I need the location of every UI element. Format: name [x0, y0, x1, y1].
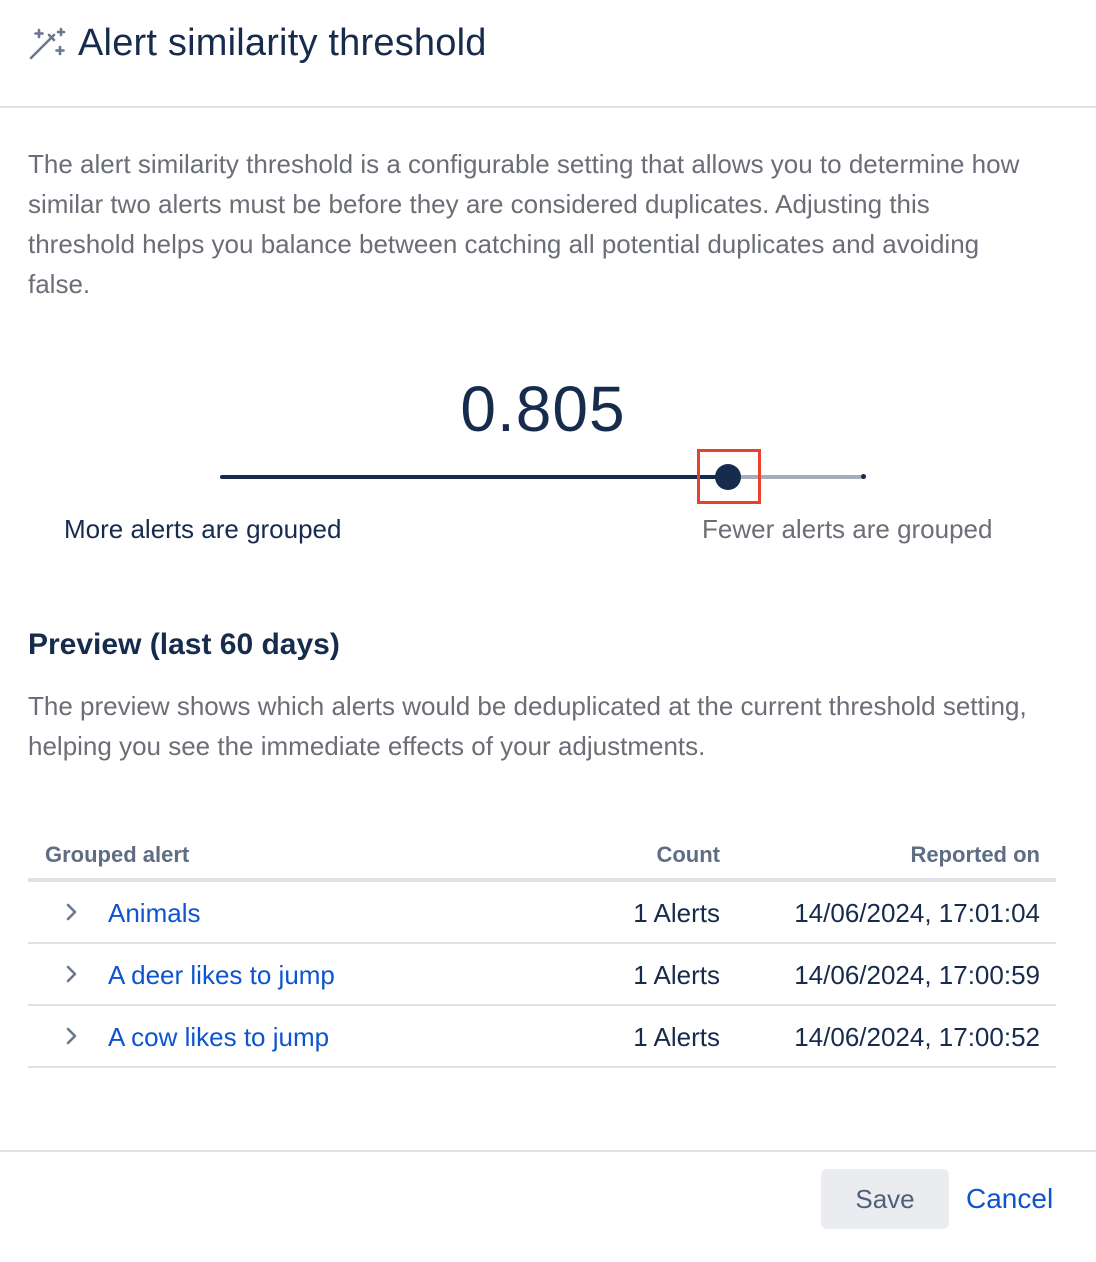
dialog-header: Alert similarity threshold [0, 0, 1096, 108]
preview-description: The preview shows which alerts would be … [28, 691, 1027, 761]
chevron-right-icon[interactable] [62, 900, 82, 924]
cancel-button[interactable]: Cancel [962, 1169, 1062, 1229]
preview-table: Grouped alert Count Reported on Animals … [28, 836, 1056, 1068]
preview-title: Preview (last 60 days) [28, 628, 340, 661]
magic-wand-icon [29, 27, 66, 60]
column-grouped-alert[interactable]: Grouped alert [45, 842, 189, 868]
threshold-slider[interactable] [220, 460, 868, 494]
save-button[interactable]: Save [821, 1169, 949, 1229]
table-row: Animals 1 Alerts 14/06/2024, 17:01:04 [28, 882, 1056, 944]
column-reported-on[interactable]: Reported on [910, 842, 1040, 868]
more-grouped-label: More alerts are grouped [64, 514, 342, 544]
dialog-footer: Save Cancel [0, 1150, 1096, 1262]
table-header: Grouped alert Count Reported on [28, 836, 1056, 882]
alert-count: 1 Alerts [633, 1022, 720, 1052]
column-count[interactable]: Count [656, 842, 720, 868]
reported-on: 14/06/2024, 17:01:04 [794, 898, 1040, 928]
grouped-alert-link[interactable]: Animals [108, 898, 200, 929]
alert-count: 1 Alerts [633, 898, 720, 928]
chevron-right-icon[interactable] [62, 1024, 82, 1048]
table-row: A cow likes to jump 1 Alerts 14/06/2024,… [28, 1006, 1056, 1068]
chevron-right-icon[interactable] [62, 962, 82, 986]
threshold-dialog: Alert similarity threshold The alert sim… [0, 0, 1096, 1262]
reported-on: 14/06/2024, 17:00:59 [794, 960, 1040, 990]
grouped-alert-link[interactable]: A cow likes to jump [108, 1022, 329, 1053]
slider-thumb[interactable] [715, 464, 741, 490]
table-row: A deer likes to jump 1 Alerts 14/06/2024… [28, 944, 1056, 1006]
slider-track-end [861, 474, 866, 479]
slider-track-filled [220, 475, 728, 479]
alert-count: 1 Alerts [633, 960, 720, 990]
reported-on: 14/06/2024, 17:00:52 [794, 1022, 1040, 1052]
threshold-description: The alert similarity threshold is a conf… [28, 149, 1020, 299]
grouped-alert-link[interactable]: A deer likes to jump [108, 960, 335, 991]
slider-track[interactable] [728, 475, 866, 479]
threshold-value: 0.805 [460, 373, 626, 445]
dialog-title: Alert similarity threshold [78, 22, 487, 64]
fewer-grouped-label: Fewer alerts are grouped [702, 514, 993, 544]
